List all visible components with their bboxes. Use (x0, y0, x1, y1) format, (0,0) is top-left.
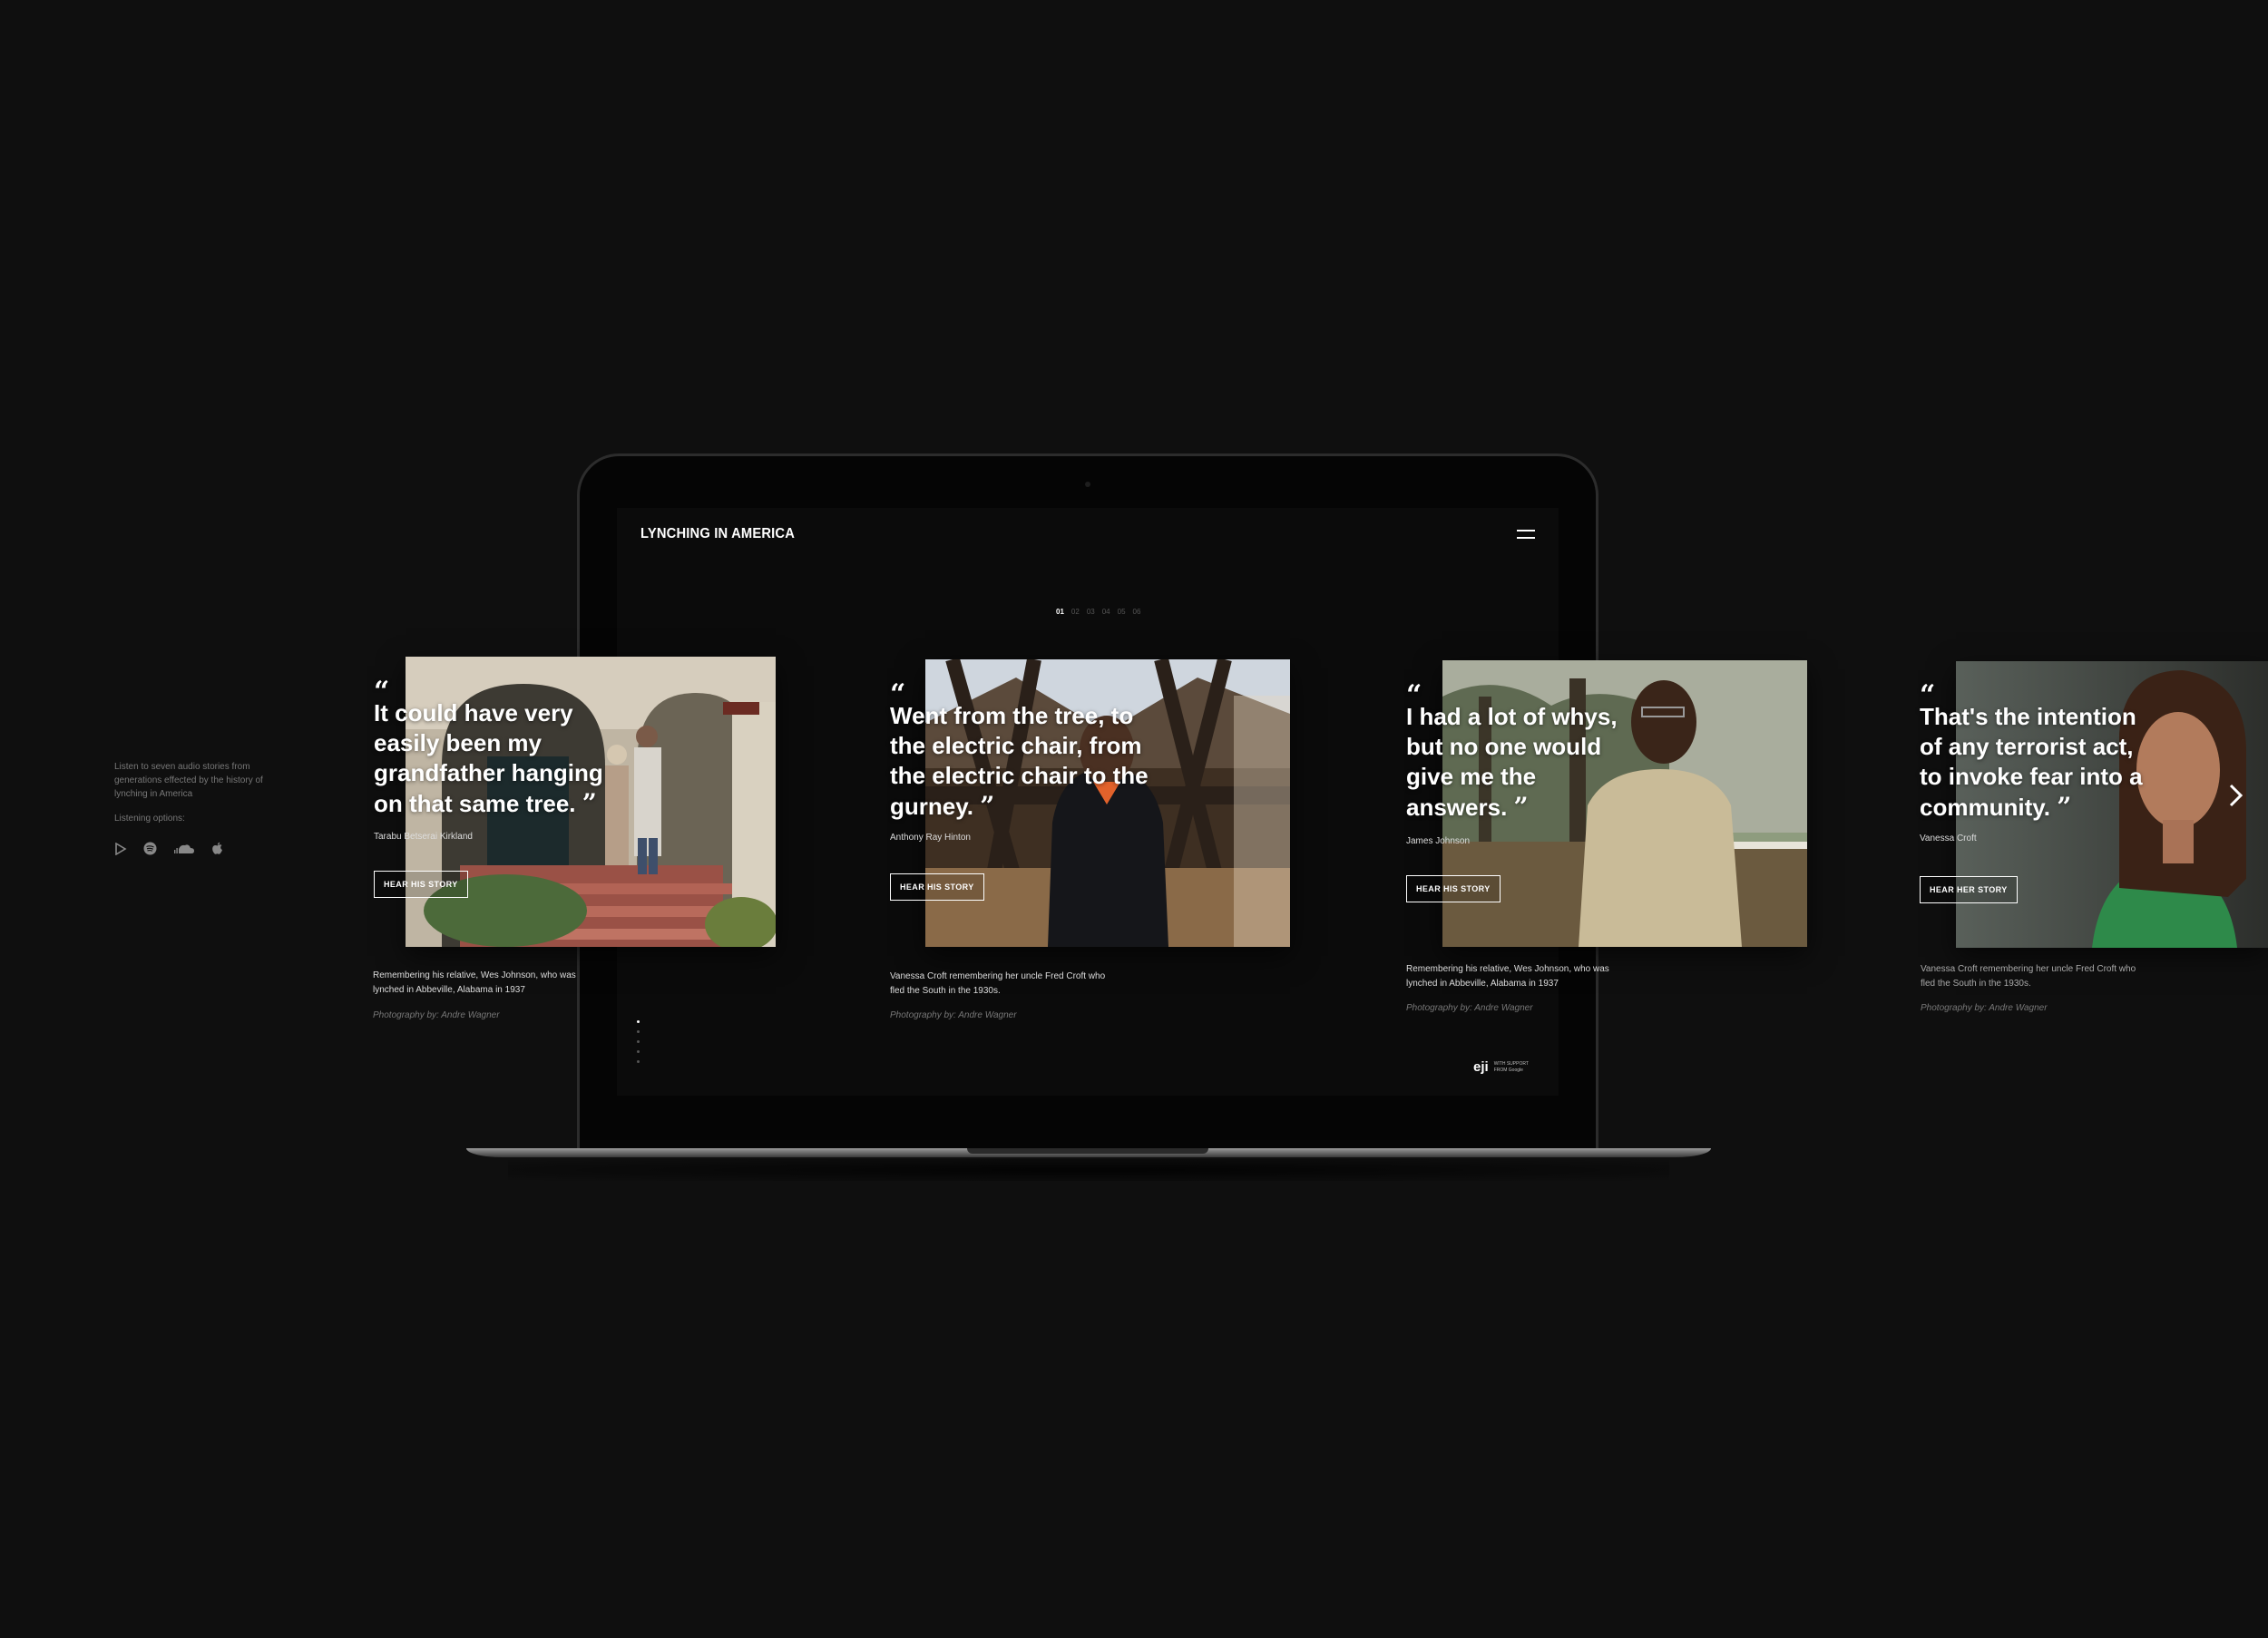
story-quote: “ Went from the tree, to the electric ch… (890, 681, 1153, 822)
quote-text: I had a lot of whys, but no one would gi… (1406, 703, 1618, 821)
site-logo[interactable]: LYNCHING IN AMERICA (640, 526, 795, 542)
story-person: James Johnson (1406, 836, 1471, 846)
spotify-icon[interactable] (143, 842, 157, 855)
pager-item[interactable]: 04 (1102, 608, 1110, 616)
section-dot[interactable] (637, 1020, 640, 1023)
sponsor-line: FROM Google (1493, 1067, 1523, 1073)
google-play-icon[interactable] (114, 842, 127, 855)
close-quote-icon: ” (980, 791, 995, 821)
open-quote-icon: “ (890, 678, 906, 710)
story-caption: Vanessa Croft remembering her uncle Fred… (890, 971, 1106, 996)
next-arrow-icon[interactable] (2224, 782, 2246, 809)
quote-text: It could have very easily been my grandf… (374, 699, 603, 817)
photo-credit: Photography by: Andre Wagner (890, 1010, 1017, 1020)
pager-item[interactable]: 05 (1118, 608, 1126, 616)
apple-icon[interactable] (211, 842, 223, 855)
listening-options-label: Listening options: (114, 814, 185, 824)
laptop-shadow (508, 1159, 1669, 1181)
story-quote: “ I had a lot of whys, but no one would … (1406, 682, 1624, 823)
hear-story-button[interactable]: HEAR HIS STORY (374, 871, 468, 898)
photo-credit: Photography by: Andre Wagner (1406, 1003, 1533, 1013)
section-dots (637, 1020, 640, 1063)
close-quote-icon: ” (2057, 792, 2072, 822)
quote-text: That's the intention of any terrorist ac… (1920, 703, 2143, 821)
quote-text: Went from the tree, to the electric chai… (890, 702, 1149, 820)
story-pager: 01 02 03 04 05 06 (1056, 608, 1140, 616)
pager-item[interactable]: 02 (1071, 608, 1080, 616)
platform-links (114, 842, 223, 855)
story-quote: “ That's the intention of any terrorist … (1920, 682, 2146, 823)
open-quote-icon: “ (1920, 679, 1936, 711)
open-quote-icon: “ (1406, 679, 1422, 711)
hear-story-button[interactable]: HEAR HIS STORY (1406, 875, 1501, 902)
story-caption: Remembering his relative, Wes Johnson, w… (373, 970, 576, 995)
hear-story-button[interactable]: HEAR HER STORY (1920, 876, 2018, 903)
photo-credit: Photography by: Andre Wagner (373, 1010, 500, 1020)
hamburger-menu-icon[interactable] (1517, 530, 1535, 539)
eji-logo: eji (1473, 1059, 1489, 1075)
section-dot[interactable] (637, 1060, 640, 1063)
open-quote-icon: “ (374, 676, 390, 707)
laptop-base-notch (967, 1148, 1208, 1154)
section-dot[interactable] (637, 1030, 640, 1033)
close-quote-icon: ” (582, 788, 597, 818)
story-quote: “ It could have very easily been my gran… (374, 678, 610, 819)
close-quote-icon: ” (1513, 792, 1529, 822)
pager-item[interactable]: 03 (1087, 608, 1095, 616)
story-person: Anthony Ray Hinton (890, 833, 971, 843)
soundcloud-icon[interactable] (173, 843, 195, 854)
sponsor-line: WITH SUPPORT (1493, 1060, 1529, 1067)
sponsor-badge: eji WITH SUPPORT FROM Google (1473, 1059, 1529, 1075)
section-dot[interactable] (637, 1040, 640, 1043)
pager-item[interactable]: 06 (1133, 608, 1141, 616)
story-caption: Vanessa Croft remembering her uncle Fred… (1921, 964, 2136, 989)
story-person: Tarabu Betserai Kirkland (374, 832, 473, 842)
section-dot[interactable] (637, 1050, 640, 1053)
intro-block: Listen to seven audio stories from gener… (114, 760, 287, 825)
laptop-camera (1085, 482, 1090, 487)
pager-item[interactable]: 01 (1056, 608, 1064, 616)
hear-story-button[interactable]: HEAR HIS STORY (890, 873, 984, 901)
story-person: Vanessa Croft (1920, 834, 1977, 843)
story-caption: Remembering his relative, Wes Johnson, w… (1406, 964, 1609, 989)
intro-text: Listen to seven audio stories from gener… (114, 762, 263, 799)
photo-credit: Photography by: Andre Wagner (1921, 1003, 2048, 1013)
